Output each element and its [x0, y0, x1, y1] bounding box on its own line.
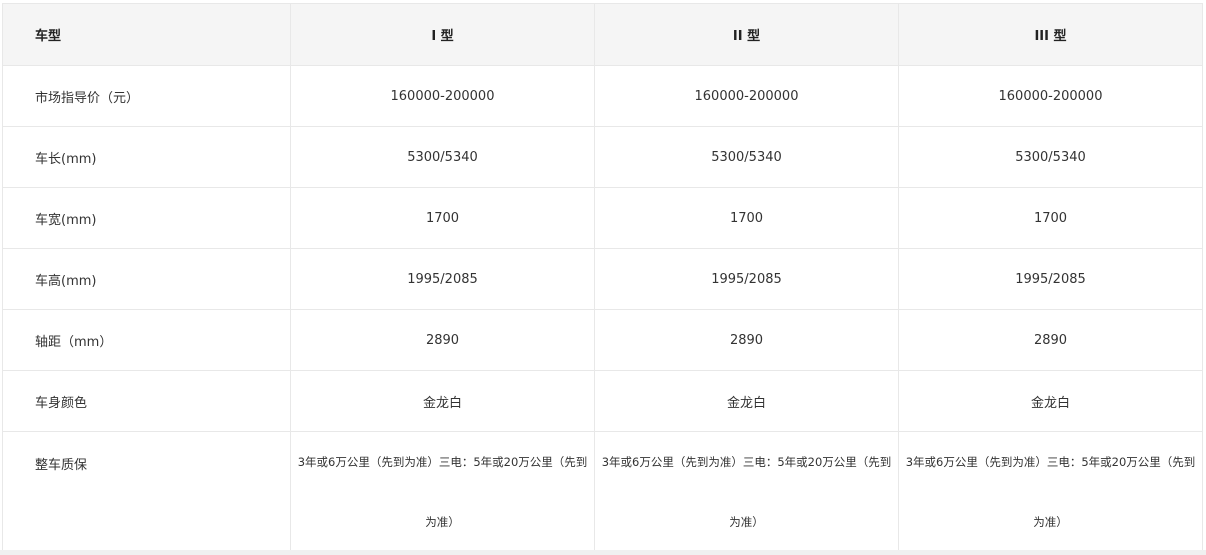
table-row-price: 市场指导价（元） 160000-200000 160000-200000 160…	[2, 65, 1203, 127]
row-value: 1700	[898, 187, 1203, 249]
table-row-wheelbase: 轴距（mm） 2890 2890 2890	[2, 309, 1203, 371]
header-type-3: III 型	[898, 3, 1203, 66]
row-value: 金龙白	[594, 370, 899, 432]
row-value: 2890	[594, 309, 899, 371]
table-row-length: 车长(mm) 5300/5340 5300/5340 5300/5340	[2, 126, 1203, 188]
row-label: 整车质保	[2, 431, 291, 553]
spec-table: 车型 I 型 II 型 III 型 市场指导价（元） 160000-200000…	[2, 3, 1203, 553]
row-label: 车高(mm)	[2, 248, 291, 310]
row-value: 160000-200000	[594, 65, 899, 127]
row-value: 2890	[898, 309, 1203, 371]
row-value: 1995/2085	[290, 248, 595, 310]
table-row-color: 车身颜色 金龙白 金龙白 金龙白	[2, 370, 1203, 432]
row-label: 市场指导价（元）	[2, 65, 291, 127]
header-type-2: II 型	[594, 3, 899, 66]
row-value: 3年或6万公里（先到为准）三电：5年或20万公里（先到为准）	[898, 431, 1203, 553]
row-value: 3年或6万公里（先到为准）三电：5年或20万公里（先到为准）	[290, 431, 595, 553]
row-value: 160000-200000	[898, 65, 1203, 127]
header-type-1: I 型	[290, 3, 595, 66]
row-value: 1995/2085	[898, 248, 1203, 310]
row-value: 1700	[594, 187, 899, 249]
row-value: 金龙白	[290, 370, 595, 432]
row-value: 金龙白	[898, 370, 1203, 432]
row-value: 5300/5340	[290, 126, 595, 188]
table-header-row: 车型 I 型 II 型 III 型	[2, 3, 1203, 66]
bottom-divider	[0, 550, 1206, 555]
row-label: 车宽(mm)	[2, 187, 291, 249]
row-label: 车身颜色	[2, 370, 291, 432]
row-value: 1700	[290, 187, 595, 249]
table-row-width: 车宽(mm) 1700 1700 1700	[2, 187, 1203, 249]
row-value: 1995/2085	[594, 248, 899, 310]
header-model: 车型	[2, 3, 291, 66]
row-value: 160000-200000	[290, 65, 595, 127]
row-value: 5300/5340	[898, 126, 1203, 188]
row-value: 5300/5340	[594, 126, 899, 188]
table-row-height: 车高(mm) 1995/2085 1995/2085 1995/2085	[2, 248, 1203, 310]
row-value: 3年或6万公里（先到为准）三电：5年或20万公里（先到为准）	[594, 431, 899, 553]
row-label: 车长(mm)	[2, 126, 291, 188]
row-value: 2890	[290, 309, 595, 371]
row-label: 轴距（mm）	[2, 309, 291, 371]
table-row-warranty: 整车质保 3年或6万公里（先到为准）三电：5年或20万公里（先到为准） 3年或6…	[2, 431, 1203, 553]
